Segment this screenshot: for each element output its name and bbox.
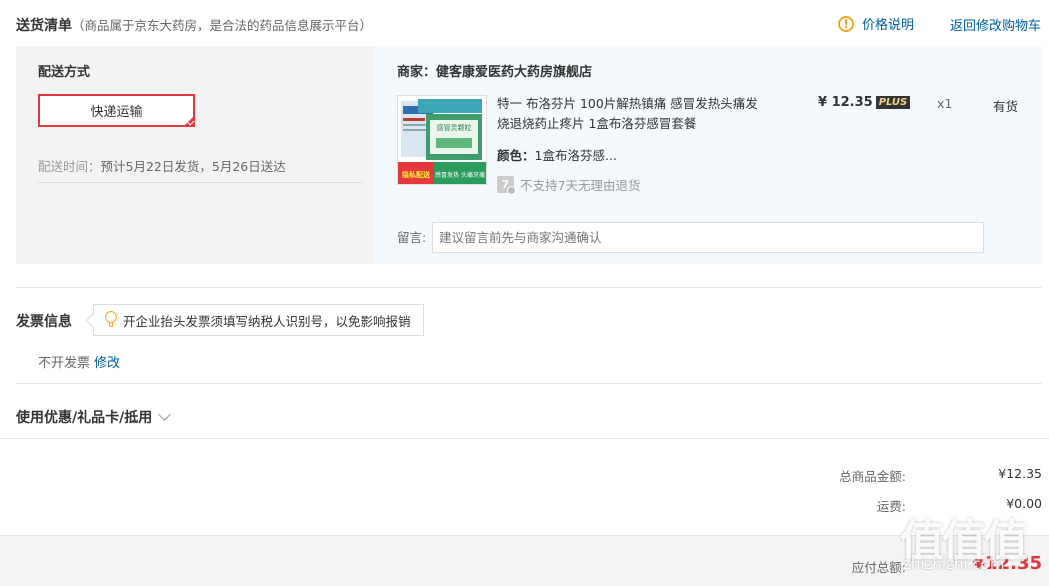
price-note-link[interactable]: ! 价格说明	[838, 14, 914, 33]
remark-input[interactable]	[432, 222, 984, 253]
invoice-value: 不开发票 修改	[38, 352, 120, 371]
product-color-value: 1盒布洛芬感...	[534, 148, 617, 163]
product-image-art: 感冒灵颗粒 隐私配送 感冒发热 头痛牙痛	[398, 96, 486, 184]
no-return-text: 不支持7天无理由退货	[520, 178, 641, 193]
no-return-notice: 7 不支持7天无理由退货	[497, 175, 641, 195]
divider	[38, 182, 363, 183]
watermark-site: zhizhizhi.com	[903, 555, 1005, 573]
shipping-time-label: 配送时间：	[38, 159, 101, 174]
info-icon: !	[838, 15, 854, 32]
product-color-label: 颜色：	[497, 148, 535, 163]
remark-label: 留言:	[397, 230, 427, 245]
chevron-down-icon	[158, 408, 172, 421]
invoice-edit-link[interactable]: 修改	[94, 356, 120, 371]
product-image[interactable]: 感冒灵颗粒 隐私配送 感冒发热 头痛牙痛	[397, 95, 487, 185]
selected-check-icon	[183, 115, 195, 127]
product-price-value: ¥ 12.35	[818, 95, 873, 110]
product-name[interactable]: 特一 布洛芬片 100片解热镇痛 感冒发热头痛发烧退烧药止疼片 1盒布洛芬感冒套…	[497, 94, 767, 134]
merchant-name: 商家：健客康爱医药大药房旗舰店	[397, 61, 592, 80]
merchant-label: 商家：	[397, 65, 437, 80]
product-stock-status: 有货	[993, 99, 1019, 114]
invoice-value-text: 不开发票	[38, 356, 91, 371]
product-quantity: x1	[937, 96, 953, 111]
invoice-title: 发票信息	[16, 314, 72, 330]
divider	[16, 287, 1042, 288]
payable-total-label: 应付总额:	[851, 560, 906, 575]
plus-badge: PLUS	[875, 96, 911, 109]
delivery-list-title-text: 送货清单	[16, 18, 72, 34]
product-price: ¥ 12.35 PLUS	[818, 95, 911, 110]
invoice-tip-text: 开企业抬头发票须填写纳税人识别号，以免影响报销	[123, 313, 411, 329]
total-amount-value: ¥12.35	[998, 466, 1042, 481]
product-image-banner-1: 隐私配送	[402, 170, 431, 179]
no-return-icon: 7	[497, 176, 516, 195]
total-amount-label: 总商品金额:	[839, 469, 906, 484]
merchant-value[interactable]: 健客康爱医药大药房旗舰店	[436, 65, 592, 80]
price-note-label: 价格说明	[862, 18, 915, 33]
return-cart-link[interactable]: 返回修改购物车	[950, 15, 1041, 34]
divider	[0, 438, 1049, 439]
coupon-label: 使用优惠/礼品卡/抵用	[16, 410, 153, 426]
product-image-banner-2: 感冒发热 头痛牙痛	[435, 171, 485, 179]
product-color: 颜色：1盒布洛芬感...	[497, 145, 617, 164]
product-image-box-text: 感冒灵颗粒	[437, 123, 472, 132]
shipping-time-value: 预计5月22日发货，5月26日送达	[100, 159, 286, 174]
divider	[16, 383, 1042, 384]
invoice-tip: 开企业抬头发票须填写纳税人识别号，以免影响报销	[93, 304, 424, 336]
shipping-option-label: 快递运输	[90, 105, 143, 120]
delivery-list-subtitle: （商品属于京东大药房，是合法的药品信息展示平台）	[72, 18, 373, 33]
shipping-option-express[interactable]: 快递运输	[38, 94, 195, 127]
lightbulb-icon	[104, 311, 118, 329]
coupon-toggle[interactable]: 使用优惠/礼品卡/抵用	[16, 407, 172, 427]
delivery-list-title: 送货清单（商品属于京东大药房，是合法的药品信息展示平台）	[16, 15, 372, 35]
shipping-method-label: 配送方式	[38, 65, 91, 80]
shipping-time: 配送时间：预计5月22日发货，5月26日送达	[38, 156, 286, 175]
